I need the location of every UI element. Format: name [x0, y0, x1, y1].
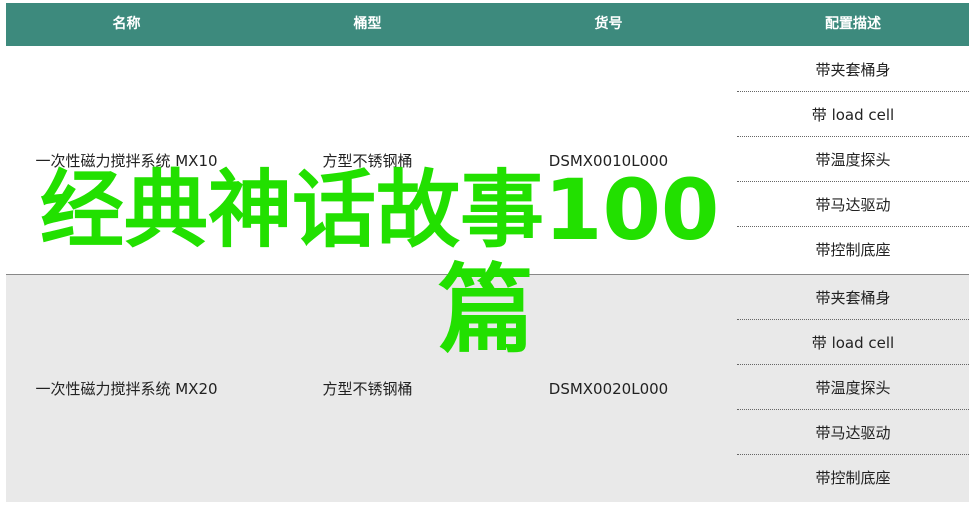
config-item: 带 load cell [737, 92, 969, 137]
column-header-sku: 货号 [594, 16, 623, 32]
table-header: 名称 桶型 货号 配置描述 [6, 3, 969, 46]
column-header-bucket: 桶型 [353, 16, 382, 32]
config-item: 带控制底座 [815, 241, 891, 259]
column-header-config: 配置描述 [825, 16, 881, 32]
config-item: 带控制底座 [815, 469, 891, 487]
config-item: 带马达驱动 [737, 410, 969, 455]
config-item: 带温度探头 [737, 137, 969, 182]
column-header-name: 名称 [112, 16, 141, 32]
overlay-title-line2: 篇 [438, 254, 534, 366]
config-item: 带夹套桶身 [737, 47, 969, 92]
config-item: 带夹套桶身 [737, 275, 969, 320]
config-item: 带马达驱动 [737, 182, 969, 227]
overlay-title-line1: 经典神话故事100 [40, 161, 720, 259]
config-item: 带温度探头 [737, 365, 969, 410]
product-name-cell: 一次性磁力搅拌系统 MX20 [35, 380, 218, 398]
config-item: 带 load cell [737, 320, 969, 365]
